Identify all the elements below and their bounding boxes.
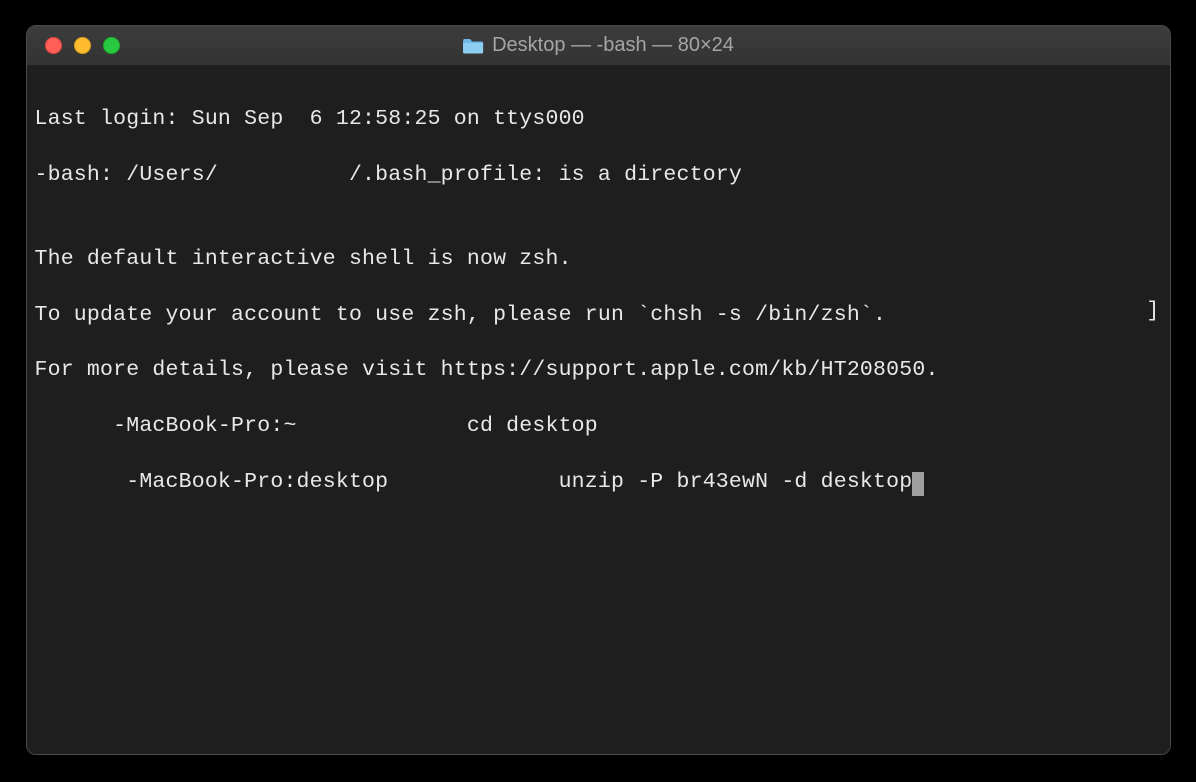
window-title: Desktop — -bash — 80×24 — [462, 34, 734, 57]
terminal-body[interactable]: Last login: Sun Sep 6 12:58:25 on ttys00… — [27, 66, 1170, 754]
terminal-current-line: -MacBook-Pro:desktop unzip -P br43ewN -d… — [35, 469, 1162, 497]
maximize-button[interactable] — [103, 37, 120, 54]
terminal-line: The default interactive shell is now zsh… — [35, 246, 1162, 274]
terminal-cursor — [912, 472, 924, 496]
terminal-line: -MacBook-Pro:~ cd desktop — [35, 413, 1162, 441]
folder-icon — [462, 37, 484, 55]
close-button[interactable] — [45, 37, 62, 54]
window-title-text: Desktop — -bash — 80×24 — [492, 34, 734, 57]
terminal-line: For more details, please visit https://s… — [35, 357, 1162, 385]
terminal-window: Desktop — -bash — 80×24 Last login: Sun … — [26, 25, 1171, 755]
terminal-line: -bash: /Users/ /.bash_profile: is a dire… — [35, 162, 1162, 190]
traffic-lights — [27, 37, 120, 54]
terminal-line-text: -MacBook-Pro:desktop unzip -P br43ewN -d… — [35, 470, 913, 494]
terminal-line: Last login: Sun Sep 6 12:58:25 on ttys00… — [35, 106, 1162, 134]
terminal-right-edge: ] — [1146, 298, 1159, 326]
terminal-line: To update your account to use zsh, pleas… — [35, 302, 1162, 330]
minimize-button[interactable] — [74, 37, 91, 54]
window-titlebar[interactable]: Desktop — -bash — 80×24 — [27, 26, 1170, 66]
